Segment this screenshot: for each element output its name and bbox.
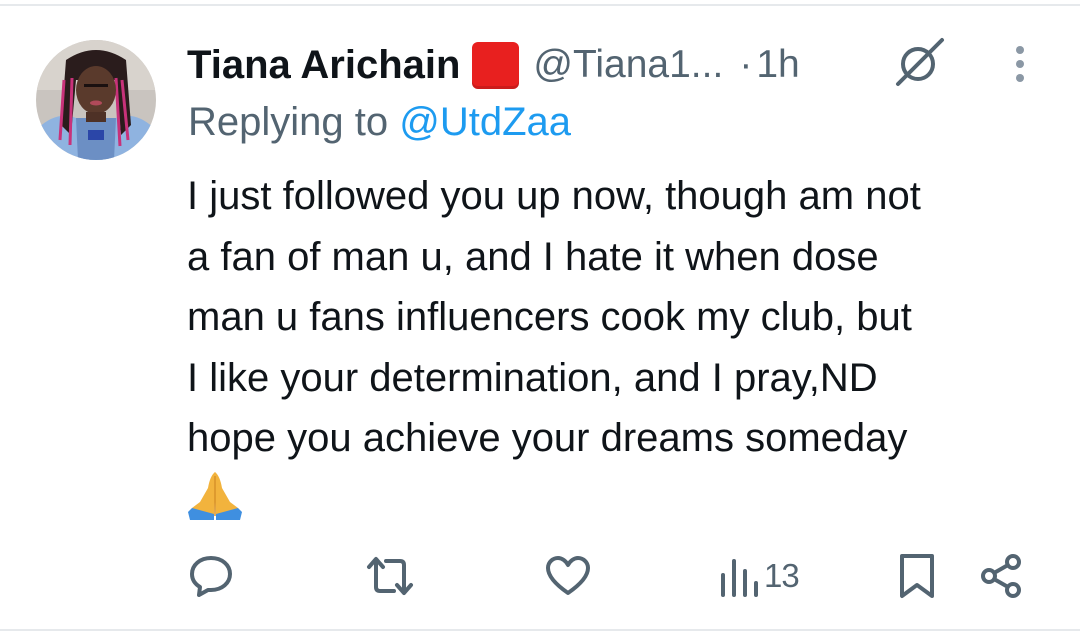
comment-icon [190,556,232,597]
replying-to: Replying to @UtdZaa [188,100,571,145]
views-bar-chart-icon [721,559,758,597]
top-divider [0,4,1080,6]
tweet-header: Tiana Arichain @Tiana1... · 1h [187,38,800,92]
retweet-icon [367,557,413,595]
tweet-text-line: I like your determination, and I pray,ND [187,355,878,400]
reply-button[interactable] [188,548,234,604]
folded-hands-icon [188,472,242,520]
flag-badge-icon [472,41,520,89]
views-count: 13 [764,557,800,594]
heart-icon [546,556,590,595]
tweet-text: I just followed you up now, though am no… [187,166,1057,469]
timestamp[interactable]: 1h [756,43,799,87]
bookmark-button[interactable] [897,548,937,604]
like-button[interactable] [545,548,591,604]
views-button[interactable]: 13 [718,548,800,604]
bottom-divider [0,629,1080,631]
grok-icon[interactable] [892,36,948,88]
avatar[interactable] [36,40,156,160]
share-button[interactable] [978,548,1024,604]
tweet-text-line: hope you achieve your dreams someday [187,416,908,460]
tweet-card[interactable]: Tiana Arichain @Tiana1... · 1h Replying … [0,0,1080,637]
more-options-icon[interactable] [1010,44,1030,84]
separator-dot: · [739,43,753,86]
tweet-text-line: man u fans influencers cook my club, but [187,295,912,339]
author-name[interactable]: Tiana Arichain [187,43,460,88]
retweet-button[interactable] [366,548,414,604]
tweet-text-line: I just followed you up now, though am no… [187,174,921,218]
bookmark-icon [900,554,934,598]
reply-to-handle[interactable]: @UtdZaa [399,100,571,144]
action-bar: 13 [0,548,1080,604]
tweet-text-line: a fan of man u, and I hate it when dose [187,234,879,279]
author-handle[interactable]: @Tiana1... [533,43,723,87]
reply-prefix: Replying to [188,100,389,144]
share-icon [981,554,1021,598]
